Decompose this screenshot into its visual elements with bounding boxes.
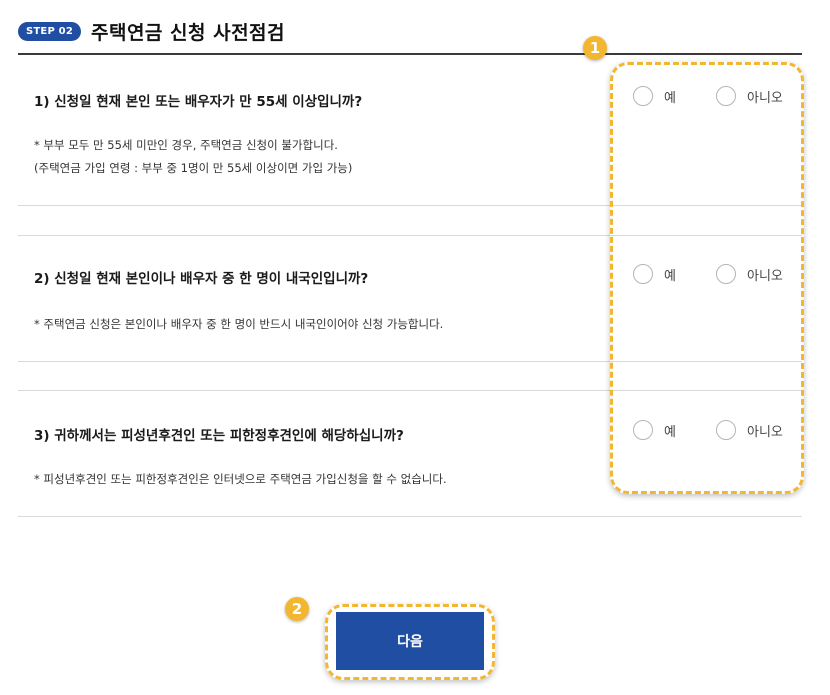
question-3-option-no[interactable]: 아니오 — [716, 420, 783, 440]
radio-yes[interactable] — [633, 86, 653, 106]
option-no-label: 아니오 — [747, 268, 783, 284]
question-1-option-yes[interactable]: 예 — [633, 86, 676, 106]
option-yes-label: 예 — [664, 424, 676, 440]
option-no-label: 아니오 — [747, 424, 783, 440]
question-2-option-no[interactable]: 아니오 — [716, 264, 783, 284]
question-1-text: 1) 신청일 현재 본인 또는 배우자가 만 55세 이상입니까? — [34, 94, 363, 110]
question-1-note-1: * 부부 모두 만 55세 미만인 경우, 주택연금 신청이 불가합니다. — [34, 138, 338, 152]
divider — [18, 390, 802, 391]
divider — [18, 516, 802, 517]
step-badge: STEP 02 — [18, 21, 81, 41]
option-yes-label: 예 — [664, 90, 676, 106]
divider — [18, 235, 802, 236]
radio-yes[interactable] — [633, 420, 653, 440]
option-no-label: 아니오 — [747, 90, 783, 106]
question-3-note-1: * 피성년후견인 또는 피한정후견인은 인터넷으로 주택연금 가입신청을 할 수… — [34, 472, 447, 486]
divider — [18, 361, 802, 362]
question-3-option-yes[interactable]: 예 — [633, 420, 676, 440]
question-3-text: 3) 귀하께서는 피성년후견인 또는 피한정후견인에 해당하십니까? — [34, 428, 404, 444]
radio-yes[interactable] — [633, 264, 653, 284]
annotation-marker-1: 1 — [583, 36, 607, 60]
page-header: STEP 02 주택연금 신청 사전점검 — [18, 14, 285, 48]
radio-no[interactable] — [716, 264, 736, 284]
option-yes-label: 예 — [664, 268, 676, 284]
question-2-note-1: * 주택연금 신청은 본인이나 배우자 중 한 명이 반드시 내국인이어야 신청… — [34, 317, 444, 331]
page-title: 주택연금 신청 사전점검 — [90, 21, 286, 44]
question-2-text: 2) 신청일 현재 본인이나 배우자 중 한 명이 내국인입니까? — [34, 271, 369, 287]
question-1-note-2: (주택연금 가입 연령 : 부부 중 1명이 만 55세 이상이면 가입 가능) — [34, 161, 353, 175]
next-button[interactable]: 다음 — [336, 612, 484, 670]
title-divider — [18, 53, 802, 55]
question-1-option-no[interactable]: 아니오 — [716, 86, 783, 106]
annotation-marker-2: 2 — [285, 597, 309, 621]
question-2-option-yes[interactable]: 예 — [633, 264, 676, 284]
radio-no[interactable] — [716, 420, 736, 440]
divider — [18, 205, 802, 206]
radio-no[interactable] — [716, 86, 736, 106]
